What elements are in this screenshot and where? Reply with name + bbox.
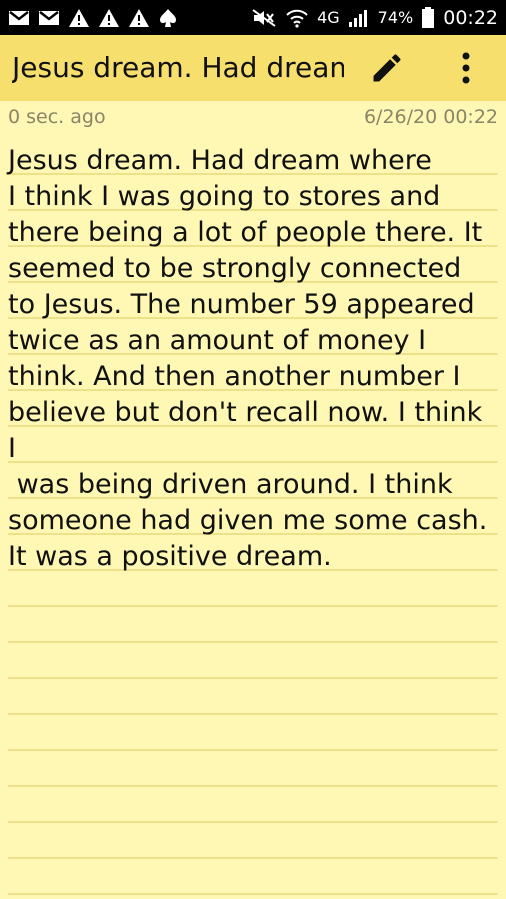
status-bar: 4G 74% 00:22 [0, 0, 506, 35]
battery-percent: 74% [377, 8, 414, 27]
app-bar: Jesus dream. Had dream where [0, 35, 506, 101]
clock: 00:22 [443, 6, 498, 29]
more-options-button[interactable] [446, 48, 486, 88]
more-vert-icon [462, 52, 470, 84]
network-type-label: 4G [317, 8, 340, 27]
note-body[interactable]: Jesus dream. Had dream where I think I w… [8, 139, 498, 899]
gmail-icon [8, 9, 30, 27]
warning-icon [128, 8, 150, 28]
edit-button[interactable] [365, 48, 409, 88]
notification-icons [8, 8, 178, 28]
note-meta: 0 sec. ago 6/26/20 00:22 [0, 101, 506, 135]
wifi-icon [285, 8, 309, 28]
system-icons: 4G 74% 00:22 [251, 6, 498, 29]
battery-icon [421, 6, 435, 29]
warning-icon [68, 8, 90, 28]
modified-time: 0 sec. ago [8, 106, 106, 128]
gmail-icon [38, 9, 60, 27]
pencil-icon [373, 54, 401, 82]
note-date: 6/26/20 00:22 [363, 106, 498, 128]
warning-icon [98, 8, 120, 28]
signal-icon [348, 8, 370, 28]
note-title[interactable]: Jesus dream. Had dream where [12, 35, 344, 101]
mute-icon [251, 8, 277, 28]
spade-icon [158, 8, 178, 28]
